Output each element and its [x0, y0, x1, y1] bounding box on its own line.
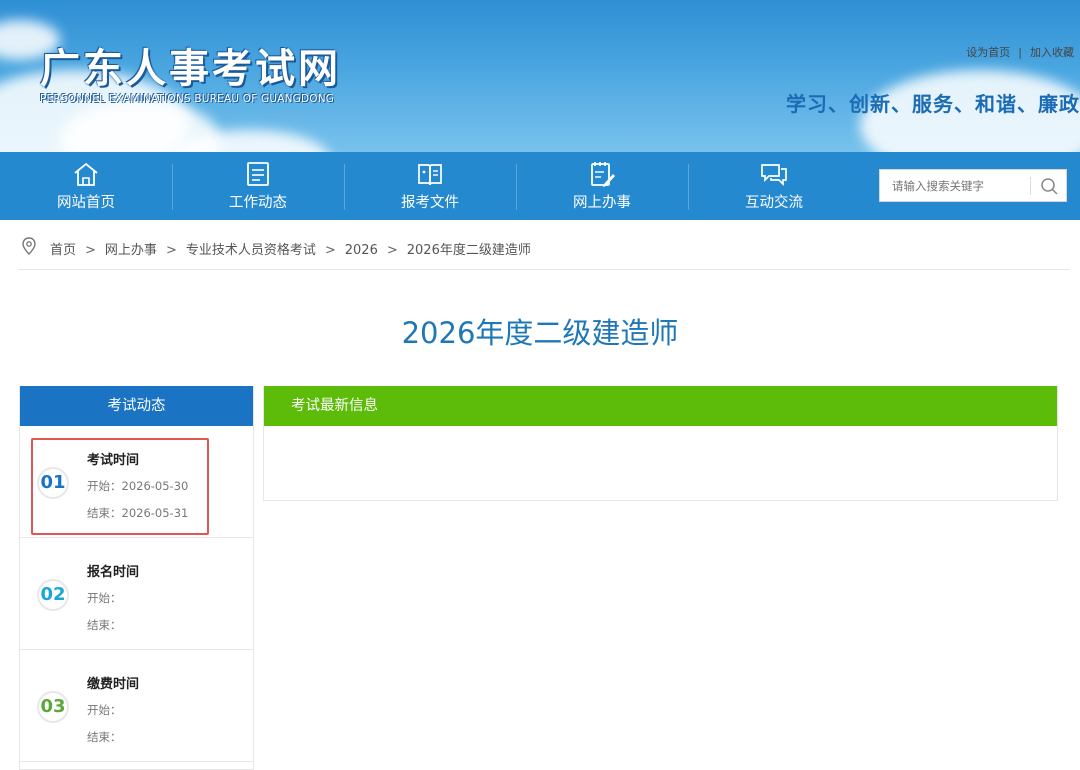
step-number: 02	[37, 579, 69, 611]
breadcrumb: 首页 > 网上办事 > 专业技术人员资格考试 >2026 >2026年度二级建造师	[19, 236, 1069, 270]
nav-label: 网上办事	[573, 195, 631, 211]
page-title: 2026年度二级建造师	[401, 316, 679, 350]
row-title: 报名时间	[87, 565, 140, 580]
exam-schedule-header: 考试动态	[20, 386, 253, 426]
row-end: 结束：	[87, 730, 122, 744]
nav-label: 互动交流	[745, 195, 803, 211]
chat-icon	[761, 164, 787, 187]
search-icon[interactable]	[1038, 176, 1060, 196]
latest-info-panel: 考试最新信息	[263, 386, 1058, 501]
add-favorite-link[interactable]: 加入收藏	[1030, 46, 1074, 59]
step-number: 03	[37, 691, 69, 723]
location-pin-icon	[22, 237, 36, 255]
top-links: 设为首页 | 加入收藏	[962, 44, 1078, 60]
row-title: 缴费时间	[87, 677, 140, 692]
payment-time-row: 03 缴费时间 开始： 结束：	[20, 650, 253, 762]
breadcrumb-home[interactable]: 首页	[50, 243, 76, 258]
row-start: 开始：	[87, 703, 122, 717]
link-separator: |	[1018, 46, 1022, 59]
breadcrumb-separator: >	[85, 243, 96, 258]
latest-info-header: 考试最新信息	[264, 386, 1057, 426]
nav-label: 工作动态	[229, 195, 287, 211]
nav-item-interaction[interactable]: 互动交流	[688, 152, 860, 220]
breadcrumb-professional-exam[interactable]: 专业技术人员资格考试	[186, 243, 316, 258]
site-slogan: 学习、创新、服务、和谐、廉政	[786, 92, 1080, 116]
breadcrumb-separator: >	[324, 243, 336, 258]
search-box	[879, 169, 1067, 202]
breadcrumb-year[interactable]: 2026	[345, 243, 378, 258]
main-nav: 网站首页 工作动态 报考文件 网上办事 互动交流 请输入搜索关键字	[0, 152, 1080, 220]
set-homepage-link[interactable]: 设为首页	[966, 46, 1010, 59]
book-icon	[418, 164, 442, 186]
site-header: 广东人事考试网 PERSONNEL EXAMINATIONS BUREAU OF…	[0, 0, 1080, 152]
nav-label: 网站首页	[57, 195, 115, 211]
site-logo-subtitle: PERSONNEL EXAMINATIONS BUREAU OF GUANGDO…	[40, 93, 335, 105]
nav-item-home[interactable]: 网站首页	[0, 152, 172, 220]
home-icon	[74, 162, 98, 186]
breadcrumb-current: 2026年度二级建造师	[406, 243, 531, 258]
nav-item-online-service[interactable]: 网上办事	[516, 152, 688, 220]
nav-label: 报考文件	[401, 195, 459, 211]
row-end: 结束：	[87, 618, 122, 632]
search-input[interactable]	[880, 170, 1030, 201]
row-start: 开始：	[87, 591, 122, 605]
registration-time-row: 02 报名时间 开始： 结束：	[20, 538, 253, 650]
nav-item-exam-docs[interactable]: 报考文件	[344, 152, 516, 220]
breadcrumb-online-service[interactable]: 网上办事	[105, 243, 157, 258]
nav-item-work-news[interactable]: 工作动态	[172, 152, 344, 220]
breadcrumb-separator: >	[165, 243, 177, 258]
search-divider	[1030, 177, 1031, 195]
edit-doc-icon	[591, 162, 615, 187]
highlight-box	[31, 438, 209, 535]
site-logo-title[interactable]: 广东人事考试网	[40, 36, 341, 94]
list-icon	[247, 162, 269, 186]
breadcrumb-separator: >	[386, 243, 398, 258]
